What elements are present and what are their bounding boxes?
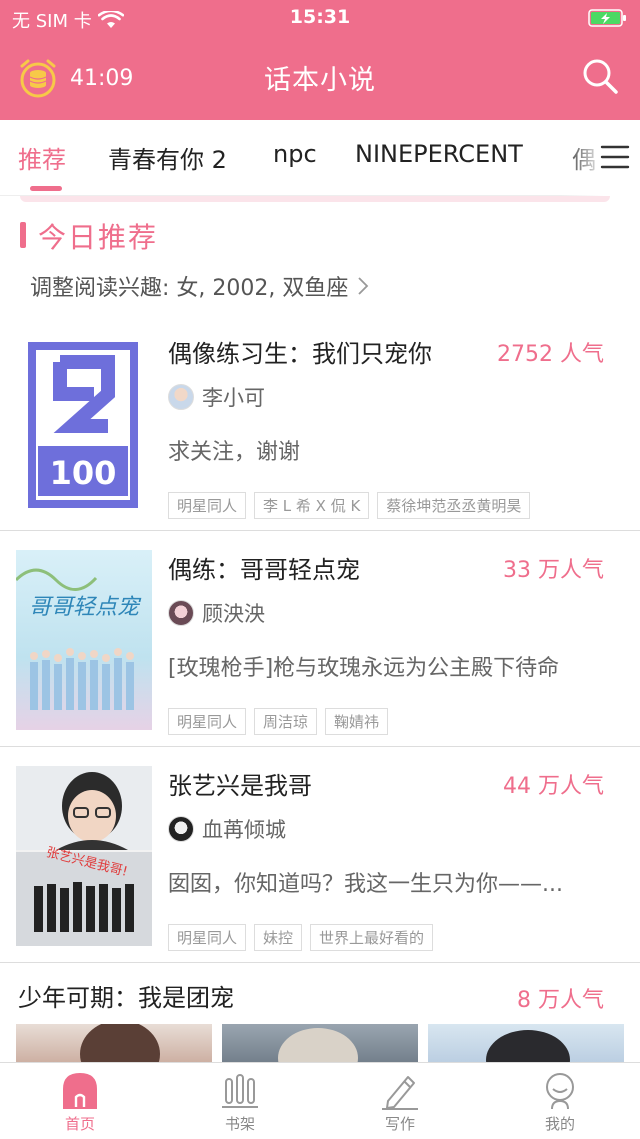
- tag-list: 明星同人 李 L 希 X 侃 K 蔡徐坤范丞丞黄明昊: [168, 492, 531, 519]
- cover-image: 张艺兴是我哥!: [16, 766, 152, 946]
- status-bar: 无 SIM 卡 15:31: [0, 0, 640, 36]
- avatar: [168, 600, 194, 626]
- section-title: 今日推荐: [38, 221, 159, 254]
- author[interactable]: 顾泱泱: [168, 598, 265, 628]
- tabbar-write[interactable]: 写作: [360, 1071, 440, 1134]
- book-description: 求关注，谢谢: [168, 440, 301, 465]
- book-title[interactable]: 偶练：哥哥轻点宠: [168, 550, 360, 585]
- cover-image: 100: [16, 334, 152, 514]
- tag[interactable]: 明星同人: [168, 708, 247, 735]
- popularity: 8 万人气: [517, 988, 604, 1013]
- active-tab-indicator: [30, 186, 62, 191]
- tag[interactable]: 妹控: [254, 924, 303, 951]
- interest-settings-link[interactable]: 调整阅读兴趣: 女, 2002, 双鱼座: [30, 270, 370, 302]
- tag[interactable]: 李 L 希 X 侃 K: [254, 492, 370, 519]
- tag[interactable]: 明星同人: [168, 492, 247, 519]
- pen-icon: [382, 1076, 418, 1110]
- cover-text: 哥哥轻点宠: [29, 595, 142, 620]
- book-title[interactable]: 偶像练习生：我们只宠你: [168, 334, 432, 369]
- tag[interactable]: 世界上最好看的: [310, 924, 434, 951]
- avatar: [168, 384, 194, 410]
- author-name: 顾泱泱: [202, 602, 265, 626]
- search-icon[interactable]: [580, 56, 620, 96]
- banner-edge: [20, 196, 610, 202]
- bottom-tab-bar: 首页 书架 写作 我的: [0, 1062, 640, 1139]
- bookshelf-icon: [222, 1074, 258, 1108]
- tab-youth-with-you-2[interactable]: 青春有你 2: [108, 140, 227, 175]
- header: 无 SIM 卡 15:31 41:09 话本小说: [0, 0, 640, 120]
- tab-ninepercent[interactable]: NINEPERCENT: [355, 140, 523, 168]
- author[interactable]: 血苒倾城: [168, 814, 286, 844]
- book-cover[interactable]: 张艺兴是我哥!: [16, 766, 152, 946]
- tabbar-label: 我的: [544, 1115, 575, 1133]
- tag[interactable]: 鞠婧祎: [325, 708, 389, 735]
- tag-list: 明星同人 妹控 世界上最好看的: [168, 924, 434, 951]
- home-icon: [63, 1073, 97, 1109]
- author[interactable]: 李小可: [168, 382, 265, 412]
- book-title[interactable]: 张艺兴是我哥: [168, 766, 312, 801]
- book-description: [玫瑰枪手]枪与玫瑰永远为公主殿下待命: [168, 656, 560, 681]
- battery-icon: [588, 9, 626, 27]
- tabbar-label: 书架: [224, 1115, 255, 1133]
- popularity: 2752 人气: [497, 342, 604, 367]
- tab-npc[interactable]: npc: [273, 140, 317, 168]
- popularity: 33 万人气: [503, 558, 604, 583]
- group-title[interactable]: 少年可期：我是团宠: [18, 978, 234, 1013]
- author-name: 李小可: [202, 386, 265, 410]
- book-cover[interactable]: 100: [16, 334, 152, 514]
- tabbar-label: 写作: [384, 1115, 415, 1133]
- category-tabs: 推荐 青春有你 2 npc NINEPERCENT 偶: [0, 120, 640, 196]
- status-time: 15:31: [289, 6, 351, 28]
- tabbar-profile[interactable]: 我的: [520, 1071, 600, 1134]
- chevron-right-icon: [358, 277, 369, 295]
- menu-icon[interactable]: [600, 144, 630, 170]
- cover-image: 哥哥轻点宠: [16, 550, 152, 730]
- tag-list: 明星同人 周洁琼 鞠婧祎: [168, 708, 389, 735]
- divider: [0, 962, 640, 963]
- tab-recommend[interactable]: 推荐: [18, 140, 66, 175]
- section-accent-bar: [20, 222, 26, 248]
- tag[interactable]: 蔡徐坤范丞丞黄明昊: [377, 492, 531, 519]
- book-description: 囡囡，你知道吗？我这一生只为你——...: [168, 872, 563, 897]
- tabbar-label: 首页: [64, 1115, 95, 1133]
- book-cover[interactable]: 哥哥轻点宠: [16, 550, 152, 730]
- tabbar-home[interactable]: 首页: [40, 1071, 120, 1134]
- popularity: 44 万人气: [503, 774, 604, 799]
- cover-text: 100: [50, 454, 117, 492]
- avatar: [168, 816, 194, 842]
- tag[interactable]: 周洁琼: [254, 708, 318, 735]
- author-name: 血苒倾城: [202, 818, 286, 842]
- divider: [0, 530, 640, 531]
- nav-bar: 41:09 话本小说: [0, 36, 640, 120]
- divider: [0, 746, 640, 747]
- profile-icon: [546, 1073, 574, 1110]
- app-title: 话本小说: [264, 65, 376, 96]
- tabbar-bookshelf[interactable]: 书架: [200, 1071, 280, 1134]
- tag[interactable]: 明星同人: [168, 924, 247, 951]
- interest-text: 调整阅读兴趣: 女, 2002, 双鱼座: [30, 276, 349, 301]
